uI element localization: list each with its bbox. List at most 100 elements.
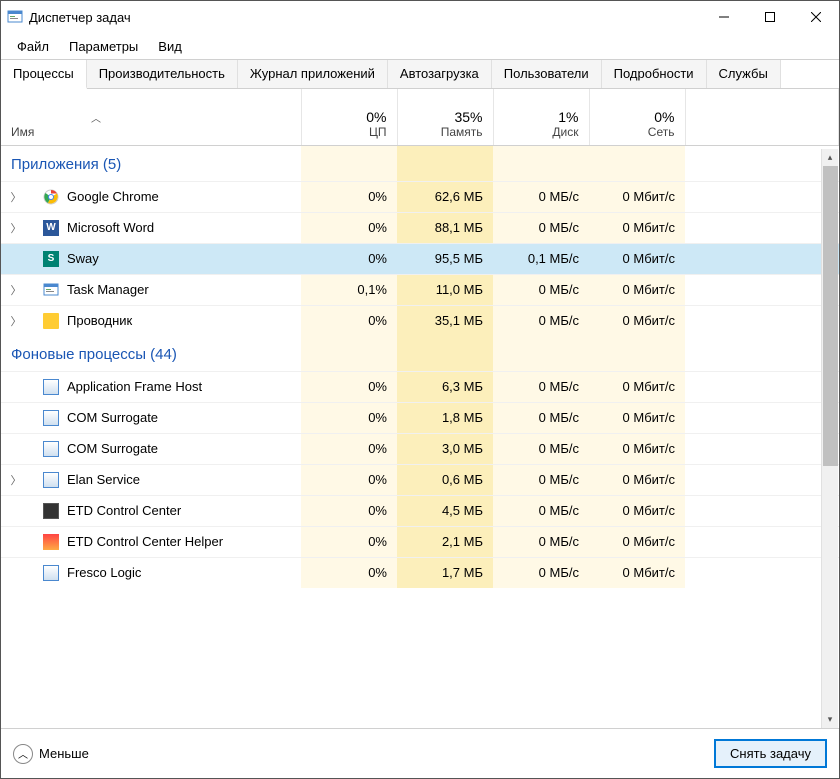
titlebar[interactable]: Диспетчер задач <box>1 1 839 33</box>
process-row[interactable]: 〉Google Chrome0%62,6 МБ0 МБ/с0 Мбит/с <box>1 181 839 212</box>
menu-view[interactable]: Вид <box>148 36 192 57</box>
memory-value: 62,6 МБ <box>397 181 493 212</box>
process-row[interactable]: COM Surrogate0%3,0 МБ0 МБ/с0 Мбит/с <box>1 433 839 464</box>
memory-value: 2,1 МБ <box>397 526 493 557</box>
menu-file[interactable]: Файл <box>7 36 59 57</box>
vertical-scrollbar[interactable]: ▴ ▾ <box>821 149 838 728</box>
tab-performance[interactable]: Производительность <box>87 60 238 88</box>
process-name: COM Surrogate <box>67 441 158 456</box>
fewer-details-button[interactable]: ︿ Меньше <box>13 744 89 764</box>
explorer-icon <box>43 313 59 329</box>
network-value: 0 Мбит/с <box>589 464 685 495</box>
expand-chevron-icon[interactable]: 〉 <box>7 189 25 205</box>
process-row[interactable]: 〉Elan Service0%0,6 МБ0 МБ/с0 Мбит/с <box>1 464 839 495</box>
memory-value: 1,7 МБ <box>397 557 493 588</box>
network-value: 0 Мбит/с <box>589 305 685 336</box>
process-row[interactable]: 〉Task Manager0,1%11,0 МБ0 МБ/с0 Мбит/с <box>1 274 839 305</box>
tab-app-history[interactable]: Журнал приложений <box>238 60 388 88</box>
disk-value: 0 МБ/с <box>493 495 589 526</box>
network-value: 0 Мбит/с <box>589 212 685 243</box>
network-value: 0 Мбит/с <box>589 371 685 402</box>
scroll-down-icon[interactable]: ▾ <box>822 711 838 728</box>
network-value: 0 Мбит/с <box>589 433 685 464</box>
process-name: Task Manager <box>67 282 149 297</box>
menu-options[interactable]: Параметры <box>59 36 148 57</box>
scrollbar-thumb[interactable] <box>823 166 838 466</box>
process-name: Проводник <box>67 313 132 328</box>
process-row[interactable]: ETD Control Center0%4,5 МБ0 МБ/с0 Мбит/с <box>1 495 839 526</box>
process-row[interactable]: ETD Control Center Helper0%2,1 МБ0 МБ/с0… <box>1 526 839 557</box>
disk-value: 0 МБ/с <box>493 402 589 433</box>
window-controls <box>701 1 839 33</box>
process-row[interactable]: Application Frame Host0%6,3 МБ0 МБ/с0 Мб… <box>1 371 839 402</box>
window-title: Диспетчер задач <box>29 10 701 25</box>
network-value: 0 Мбит/с <box>589 243 685 274</box>
disk-value: 0,1 МБ/с <box>493 243 589 274</box>
etd-icon <box>43 503 59 519</box>
cpu-value: 0% <box>301 371 397 402</box>
memory-value: 4,5 МБ <box>397 495 493 526</box>
expand-chevron-icon[interactable]: 〉 <box>7 220 25 236</box>
process-row[interactable]: 〉WMicrosoft Word0%88,1 МБ0 МБ/с0 Мбит/с <box>1 212 839 243</box>
chrome-icon <box>43 189 59 205</box>
tab-services[interactable]: Службы <box>707 60 781 88</box>
end-task-button[interactable]: Снять задачу <box>714 739 827 768</box>
group-apps[interactable]: Приложения (5) <box>1 145 839 181</box>
generic-icon <box>43 379 59 395</box>
tm-icon <box>43 282 59 298</box>
tab-users[interactable]: Пользователи <box>492 60 602 88</box>
generic-icon <box>43 441 59 457</box>
memory-value: 95,5 МБ <box>397 243 493 274</box>
process-row[interactable]: S Sway 0%95,5 МБ0,1 МБ/с0 Мбит/с <box>1 243 839 274</box>
task-manager-icon <box>7 9 23 25</box>
column-header-cpu[interactable]: 0% ЦП <box>301 89 397 145</box>
disk-value: 0 МБ/с <box>493 433 589 464</box>
memory-value: 6,3 МБ <box>397 371 493 402</box>
process-name: COM Surrogate <box>67 410 158 425</box>
generic-icon <box>43 565 59 581</box>
minimize-button[interactable] <box>701 1 747 33</box>
disk-value: 0 МБ/с <box>493 274 589 305</box>
process-table-container: ︿ Имя 0% ЦП 35% Память 1% Диск <box>1 89 839 728</box>
expand-chevron-icon[interactable]: 〉 <box>7 313 25 329</box>
word-icon: W <box>43 220 59 236</box>
process-row[interactable]: COM Surrogate0%1,8 МБ0 МБ/с0 Мбит/с <box>1 402 839 433</box>
group-background[interactable]: Фоновые процессы (44) <box>1 336 839 372</box>
close-button[interactable] <box>793 1 839 33</box>
network-value: 0 Мбит/с <box>589 557 685 588</box>
process-row[interactable]: 〉Проводник0%35,1 МБ0 МБ/с0 Мбит/с <box>1 305 839 336</box>
scroll-up-icon[interactable]: ▴ <box>822 149 838 166</box>
expand-chevron-icon[interactable]: 〉 <box>7 282 25 298</box>
sort-caret-icon: ︿ <box>91 110 101 125</box>
tab-details[interactable]: Подробности <box>602 60 707 88</box>
process-name: Elan Service <box>67 472 140 487</box>
menubar: Файл Параметры Вид <box>1 33 839 59</box>
column-header-name[interactable]: ︿ Имя <box>1 89 301 145</box>
process-name: ETD Control Center <box>67 503 181 518</box>
memory-value: 0,6 МБ <box>397 464 493 495</box>
expand-chevron-icon[interactable]: 〉 <box>7 472 25 488</box>
cpu-value: 0,1% <box>301 274 397 305</box>
process-name: Fresco Logic <box>67 565 141 580</box>
cpu-value: 0% <box>301 402 397 433</box>
process-row[interactable]: Fresco Logic0%1,7 МБ0 МБ/с0 Мбит/с <box>1 557 839 588</box>
cpu-value: 0% <box>301 243 397 274</box>
process-name: Sway <box>67 251 99 266</box>
chevron-up-icon: ︿ <box>13 744 33 764</box>
column-header-disk[interactable]: 1% Диск <box>493 89 589 145</box>
disk-value: 0 МБ/с <box>493 557 589 588</box>
sway-icon: S <box>43 251 59 267</box>
cpu-value: 0% <box>301 212 397 243</box>
column-header-network[interactable]: 0% Сеть <box>589 89 685 145</box>
cpu-value: 0% <box>301 495 397 526</box>
column-header-memory[interactable]: 35% Память <box>397 89 493 145</box>
network-value: 0 Мбит/с <box>589 526 685 557</box>
generic-icon <box>43 410 59 426</box>
tab-strip: Процессы Производительность Журнал прило… <box>1 59 839 89</box>
network-value: 0 Мбит/с <box>589 181 685 212</box>
tab-processes[interactable]: Процессы <box>1 60 87 89</box>
maximize-button[interactable] <box>747 1 793 33</box>
tab-startup[interactable]: Автозагрузка <box>388 60 492 88</box>
cpu-value: 0% <box>301 433 397 464</box>
memory-value: 1,8 МБ <box>397 402 493 433</box>
